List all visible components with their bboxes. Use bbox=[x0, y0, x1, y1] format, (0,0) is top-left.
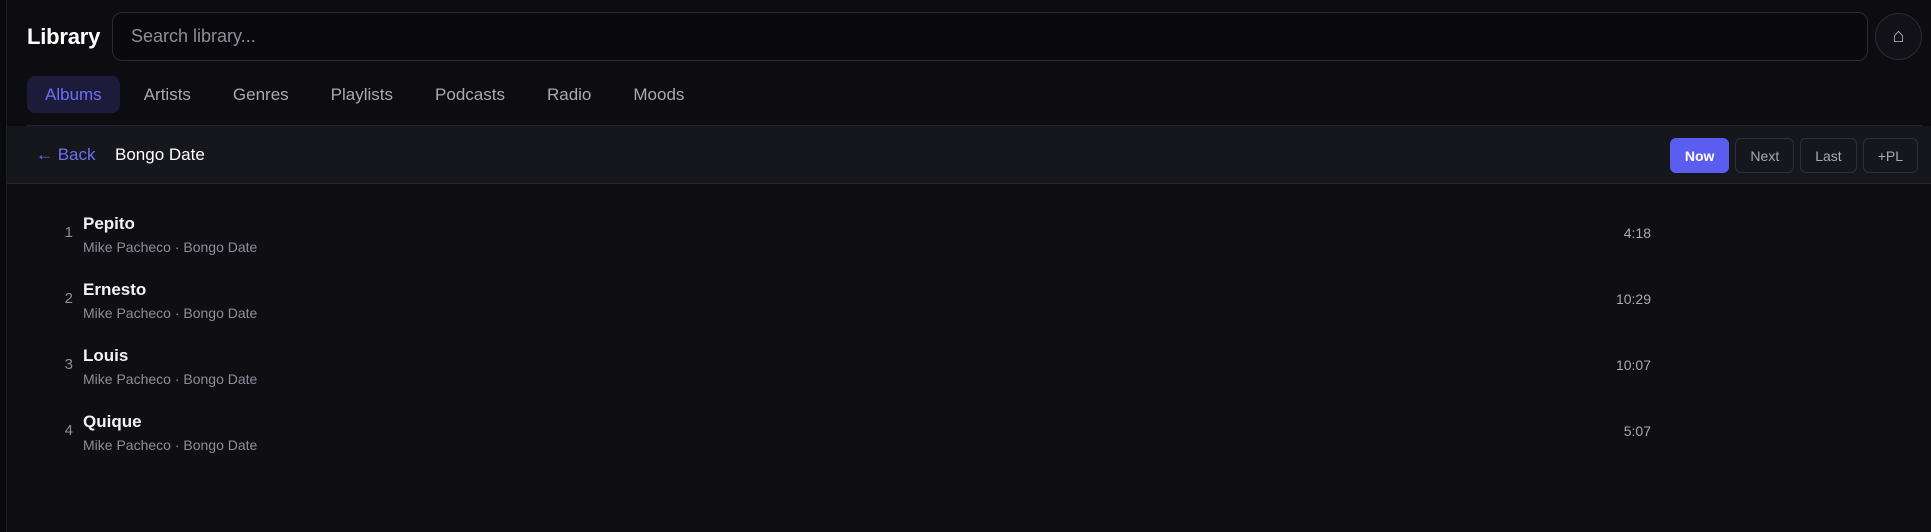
track-title: Ernesto bbox=[83, 280, 147, 299]
play-last-button[interactable]: Last bbox=[1800, 138, 1857, 173]
tab-playlists[interactable]: Playlists bbox=[313, 76, 411, 113]
album-toolbar: ← Back Bongo Date Now Next Last +PL bbox=[7, 126, 1931, 184]
track-list: 1 Pepito Mike Pacheco · Bongo Date 4:18 … bbox=[7, 200, 1931, 464]
tab-genres[interactable]: Genres bbox=[215, 76, 307, 113]
app-window: Library ⌂ Albums Artists Genres Playlist… bbox=[6, 0, 1931, 532]
back-button[interactable]: ← Back bbox=[36, 145, 96, 165]
tab-albums[interactable]: Albums bbox=[27, 76, 120, 113]
track-row[interactable]: 3 Louis Mike Pacheco · Bongo Date 10:07 bbox=[7, 332, 1931, 398]
search-input[interactable] bbox=[112, 12, 1868, 61]
track-duration: 10:07 bbox=[1615, 357, 1651, 373]
album-title: Bongo Date bbox=[115, 145, 205, 164]
add-to-playlist-button[interactable]: +PL bbox=[1862, 138, 1918, 173]
track-row[interactable]: 2 Ernesto Mike Pacheco · Bongo Date 10:2… bbox=[7, 266, 1931, 332]
track-row[interactable]: 4 Quique Mike Pacheco · Bongo Date 5:07 bbox=[7, 398, 1931, 464]
track-duration: 5:07 bbox=[1623, 423, 1651, 439]
track-title: Louis bbox=[83, 346, 129, 365]
home-button[interactable]: ⌂ bbox=[1875, 13, 1922, 60]
tab-radio[interactable]: Radio bbox=[529, 76, 609, 113]
tab-artists[interactable]: Artists bbox=[126, 76, 209, 113]
queue-actions: Now Next Last +PL bbox=[1669, 138, 1918, 173]
play-now-button[interactable]: Now bbox=[1669, 138, 1730, 173]
track-duration: 4:18 bbox=[1623, 225, 1651, 241]
track-row[interactable]: 1 Pepito Mike Pacheco · Bongo Date 4:18 bbox=[7, 200, 1931, 266]
track-meta: Mike Pacheco · Bongo Date bbox=[83, 371, 258, 387]
track-number: 1 bbox=[64, 224, 73, 241]
home-icon: ⌂ bbox=[1892, 25, 1905, 47]
library-header: Library ⌂ Albums Artists Genres Playlist… bbox=[7, 0, 1931, 126]
track-title: Pepito bbox=[83, 214, 135, 233]
page-title: Library bbox=[27, 24, 101, 49]
track-number: 4 bbox=[64, 422, 73, 439]
track-number: 3 bbox=[64, 356, 73, 373]
play-next-button[interactable]: Next bbox=[1735, 138, 1795, 173]
category-tabs: Albums Artists Genres Playlists Podcasts… bbox=[27, 76, 708, 113]
track-duration: 10:29 bbox=[1615, 291, 1651, 307]
track-number: 2 bbox=[64, 290, 73, 307]
track-meta: Mike Pacheco · Bongo Date bbox=[83, 239, 258, 255]
tab-moods[interactable]: Moods bbox=[615, 76, 702, 113]
track-meta: Mike Pacheco · Bongo Date bbox=[83, 437, 258, 453]
tab-podcasts[interactable]: Podcasts bbox=[417, 76, 523, 113]
track-title: Quique bbox=[83, 412, 142, 431]
track-meta: Mike Pacheco · Bongo Date bbox=[83, 305, 258, 321]
